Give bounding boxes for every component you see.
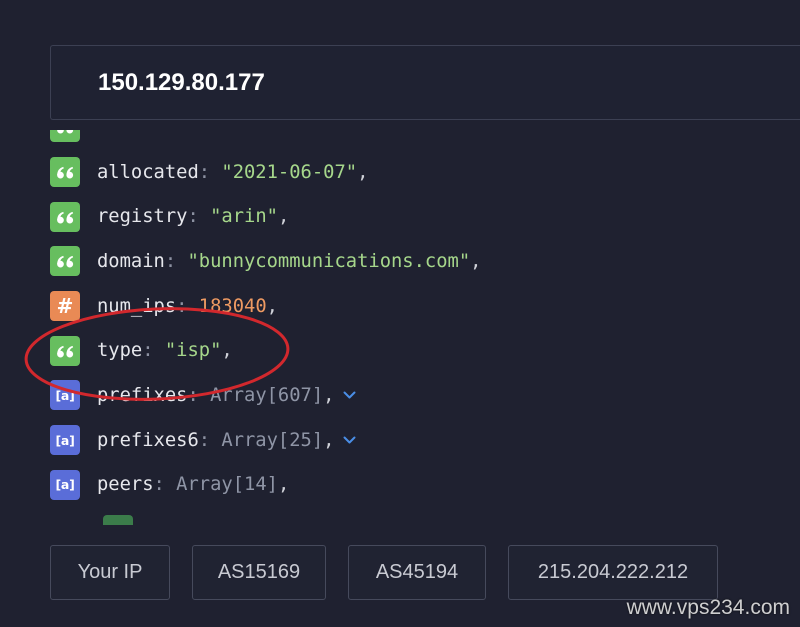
array-glyph: [a]	[55, 387, 75, 403]
json-value: "2021-06-07"	[221, 161, 358, 183]
quote-icon	[50, 201, 80, 232]
json-row-allocated: allocated: "2021-06-07",	[50, 150, 750, 195]
ip-search-box[interactable]	[50, 45, 800, 120]
json-comma: ,	[277, 206, 290, 228]
as15169-button[interactable]: AS15169	[192, 545, 326, 600]
json-key: domain	[97, 250, 165, 272]
json-key: prefixes	[97, 384, 188, 406]
json-colon: :	[153, 474, 165, 496]
array-glyph: [a]	[55, 432, 75, 448]
json-viewer: allocated: "2021-06-07", registry: "arin",…	[50, 130, 750, 525]
json-row-domain: domain: "bunnycommunications.com",	[50, 239, 750, 284]
chevron-down-icon[interactable]	[343, 436, 356, 444]
quote-icon	[50, 130, 80, 143]
expand-toggle[interactable]	[343, 436, 356, 444]
json-key: registry	[97, 206, 188, 228]
quote-icon	[50, 246, 80, 277]
json-row-prefixes: [a] prefixes: Array[607],	[50, 373, 750, 418]
json-comma: ,	[221, 340, 233, 362]
your-ip-button[interactable]: Your IP	[50, 545, 170, 600]
json-value: 183040	[198, 295, 267, 317]
json-value: "arin"	[210, 206, 278, 228]
as45194-button[interactable]: AS45194	[348, 545, 486, 600]
json-colon: :	[176, 295, 188, 317]
array-glyph: [a]	[55, 477, 75, 493]
json-row-registry: registry: "arin",	[50, 194, 750, 239]
json-list: allocated: "2021-06-07", registry: "arin",…	[50, 130, 750, 525]
hash-icon: #	[50, 291, 80, 322]
json-colon: :	[187, 384, 199, 406]
quote-icon	[50, 335, 80, 366]
json-value: "isp"	[164, 340, 222, 362]
json-key: prefixes6	[97, 429, 199, 451]
expand-toggle[interactable]	[343, 391, 356, 399]
array-icon: [a]	[50, 469, 80, 500]
json-key: num_ips	[97, 295, 177, 317]
json-comma: ,	[470, 250, 482, 272]
quick-links: Your IP AS15169 AS45194 215.204.222.212	[50, 545, 718, 600]
array-icon: [a]	[50, 425, 80, 456]
json-comma: ,	[323, 429, 335, 451]
json-row-num-ips: # num_ips:183040,	[50, 284, 750, 329]
json-row-partial-top	[50, 130, 750, 150]
json-row-type: type: "isp",	[50, 328, 750, 373]
json-value: Array[25]	[221, 429, 324, 451]
json-value: Array[14]	[176, 474, 278, 496]
json-comma: ,	[277, 474, 290, 496]
json-key: peers	[97, 474, 154, 496]
json-row-prefixes6: [a] prefixes6: Array[25],	[50, 418, 750, 463]
json-colon: :	[164, 250, 177, 272]
json-row-peers: [a] peers: Array[14],	[50, 463, 750, 508]
hash-glyph: #	[56, 294, 74, 319]
json-comma: ,	[357, 161, 369, 183]
json-value: Array[607]	[210, 384, 324, 406]
chevron-down-icon[interactable]	[343, 391, 356, 399]
quote-icon	[50, 157, 80, 188]
json-colon: :	[187, 206, 199, 228]
json-colon: :	[142, 340, 154, 362]
json-row-partial-bottom	[50, 507, 750, 525]
ip-link-button[interactable]: 215.204.222.212	[508, 545, 718, 600]
json-comma: ,	[266, 295, 278, 317]
json-key: type	[97, 340, 143, 362]
json-colon: :	[198, 429, 211, 451]
quote-icon	[103, 514, 133, 525]
json-value: "bunnycommunications.com"	[187, 250, 471, 272]
ip-search-input[interactable]	[51, 46, 800, 119]
array-icon: [a]	[50, 380, 80, 411]
json-comma: ,	[323, 384, 335, 406]
json-colon: :	[198, 161, 211, 183]
watermark: www.vps234.com	[626, 596, 790, 619]
json-key: allocated	[97, 161, 199, 183]
